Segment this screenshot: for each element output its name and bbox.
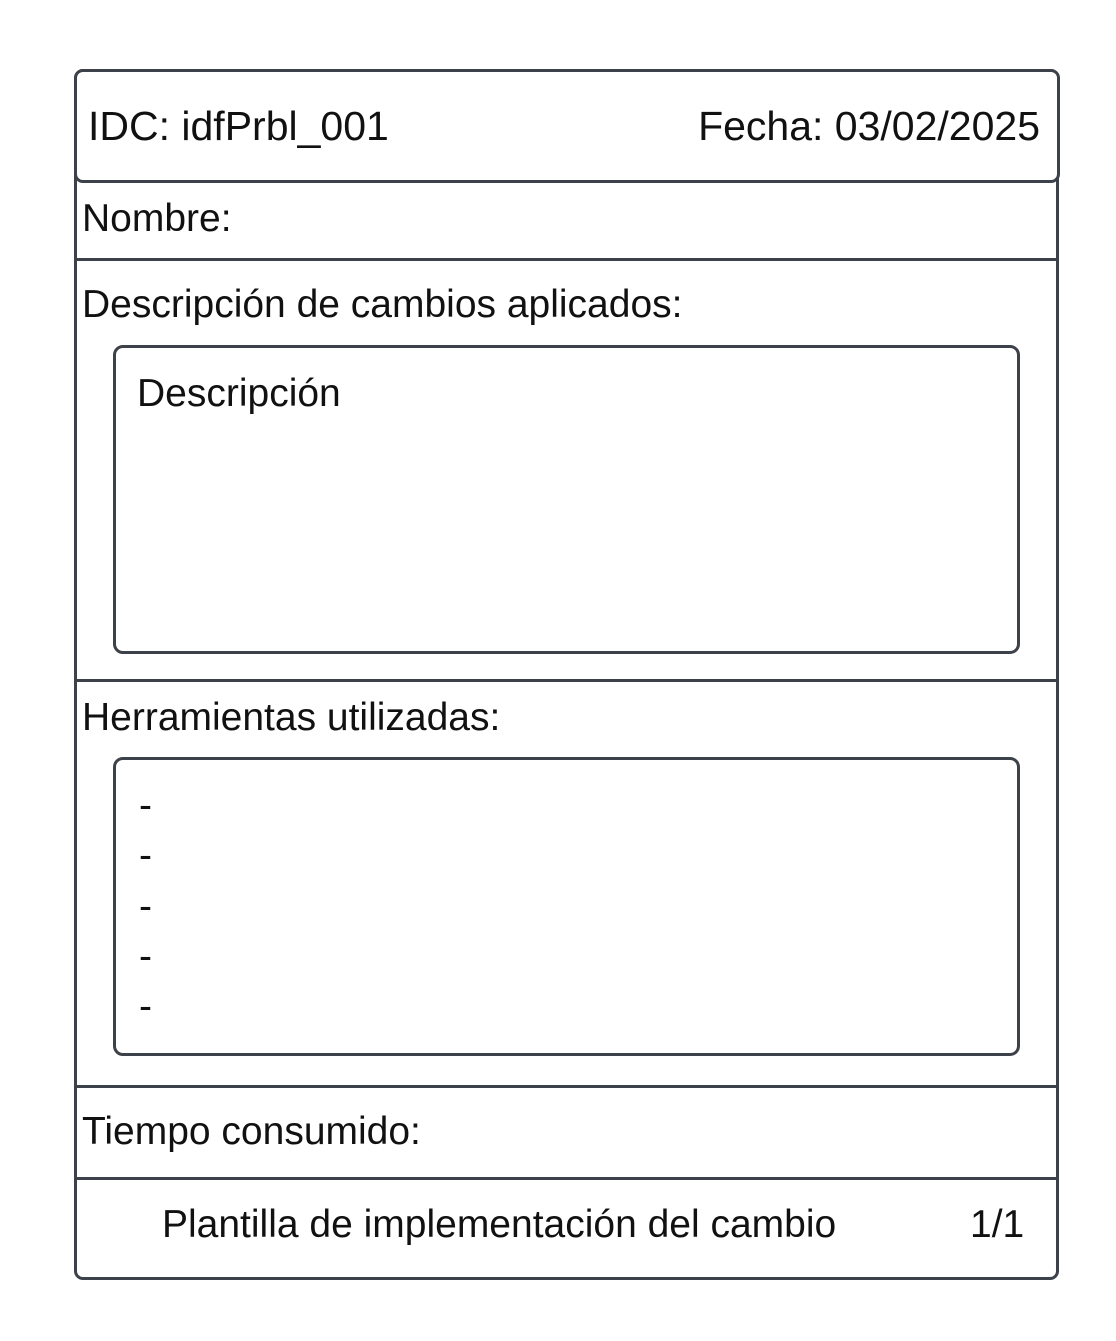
divider: [75, 679, 1059, 682]
list-item: -: [139, 834, 152, 877]
divider: [75, 258, 1059, 261]
descripcion-placeholder: Descripción: [137, 372, 341, 415]
divider: [75, 1085, 1059, 1088]
tiempo-label: Tiempo consumido:: [82, 1110, 421, 1153]
idc-label: IDC: idfPrbl_001: [88, 103, 389, 149]
page-number: 1/1: [970, 1203, 1025, 1246]
date-label: Fecha: 03/02/2025: [698, 103, 1040, 149]
descripcion-label: Descripción de cambios aplicados:: [82, 283, 683, 326]
footer-title: Plantilla de implementación del cambio: [162, 1203, 837, 1246]
list-item: -: [139, 935, 152, 978]
herramientas-box[interactable]: [113, 757, 1020, 1056]
list-item: -: [139, 985, 152, 1028]
template-card: [74, 69, 1059, 1280]
list-item: -: [139, 784, 152, 827]
nombre-label: Nombre:: [82, 197, 232, 240]
divider: [75, 1177, 1059, 1180]
list-item: -: [139, 885, 152, 928]
herramientas-label: Herramientas utilizadas:: [82, 696, 501, 739]
